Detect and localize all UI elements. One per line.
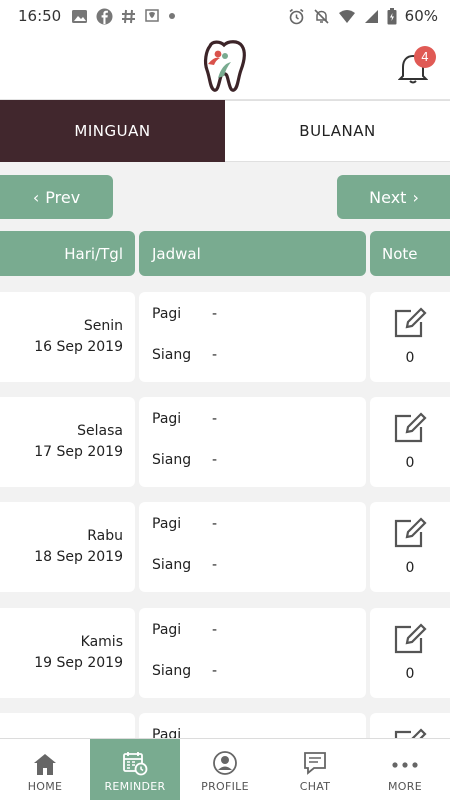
nav-label-home: HOME: [27, 780, 63, 793]
edit-note-icon[interactable]: [392, 516, 428, 550]
note-cell: 0: [370, 608, 450, 698]
schedule-cell: Pagi: [139, 713, 366, 738]
day-name: Selasa: [77, 423, 123, 439]
note-cell: 0: [370, 502, 450, 592]
schedule-cell: Pagi - Siang -: [139, 502, 366, 592]
day-date: 18 Sep 2019: [34, 549, 123, 565]
day-cell: Kamis 19 Sep 2019: [0, 608, 135, 698]
nav-label-reminder: REMINDER: [104, 780, 166, 793]
schedule-cell: Pagi - Siang -: [139, 608, 366, 698]
pagi-line: Pagi: [152, 727, 181, 738]
nav-more[interactable]: MORE: [360, 739, 450, 800]
edit-note-icon[interactable]: [392, 306, 428, 340]
siang-label: Siang: [152, 663, 192, 679]
day-date: 17 Sep 2019: [34, 444, 123, 460]
pagi-value: -: [212, 516, 218, 532]
calendar-clock-icon: [123, 752, 148, 776]
siang-label: Siang: [152, 452, 192, 468]
edit-note-icon[interactable]: [392, 622, 428, 656]
day-date: 19 Sep 2019: [34, 655, 123, 671]
siang-value: -: [212, 557, 218, 573]
nav-reminder[interactable]: REMINDER: [90, 739, 180, 800]
schedule-cell: Pagi - Siang -: [139, 397, 366, 487]
note-count: 0: [405, 560, 415, 576]
nav-label-profile: PROFILE: [201, 780, 249, 793]
day-cell: Selasa 17 Sep 2019: [0, 397, 135, 487]
day-cell: Rabu 18 Sep 2019: [0, 502, 135, 592]
siang-value: -: [212, 663, 218, 679]
nav-chat[interactable]: CHAT: [270, 739, 360, 800]
note-cell: 0: [370, 397, 450, 487]
nav-label-more: MORE: [388, 780, 422, 793]
nav-label-chat: CHAT: [299, 780, 331, 793]
siang-line: Siang -: [152, 452, 217, 468]
bottom-navigation: HOME REMINDER PROFILE CHAT MORE: [0, 738, 450, 800]
pagi-label: Pagi: [152, 306, 182, 322]
day-date: 16 Sep 2019: [34, 339, 123, 355]
pagi-label: Pagi: [152, 411, 182, 427]
pagi-line: Pagi -: [152, 622, 217, 638]
pagi-line: Pagi -: [152, 516, 217, 532]
pagi-line: Pagi -: [152, 306, 217, 322]
pagi-value: -: [212, 622, 218, 638]
pagi-label: Pagi: [152, 727, 182, 738]
note-count: 0: [405, 455, 415, 471]
nav-home[interactable]: HOME: [0, 739, 90, 800]
siang-label: Siang: [152, 557, 192, 573]
note-count: 0: [405, 350, 415, 366]
day-cell: [0, 713, 135, 738]
siang-value: -: [212, 347, 218, 363]
home-icon: [34, 754, 56, 775]
more-icon: [392, 762, 418, 768]
siang-label: Siang: [152, 347, 192, 363]
pagi-line: Pagi -: [152, 411, 217, 427]
profile-icon: [213, 751, 237, 775]
siang-line: Siang -: [152, 663, 217, 679]
day-cell: Senin 16 Sep 2019: [0, 292, 135, 382]
day-name: Senin: [83, 318, 123, 334]
schedule-list[interactable]: Senin 16 Sep 2019 Pagi - Siang - 0 Selasa …: [0, 0, 450, 738]
siang-value: -: [212, 452, 218, 468]
edit-note-icon[interactable]: [392, 727, 428, 738]
siang-line: Siang -: [152, 347, 217, 363]
pagi-value: -: [212, 411, 218, 427]
pagi-label: Pagi: [152, 516, 182, 532]
pagi-value: -: [212, 306, 218, 322]
note-cell: 0: [370, 292, 450, 382]
day-name: Kamis: [80, 634, 123, 650]
note-cell: [370, 713, 450, 738]
nav-profile[interactable]: PROFILE: [180, 739, 270, 800]
day-name: Rabu: [87, 528, 123, 544]
pagi-label: Pagi: [152, 622, 182, 638]
schedule-cell: Pagi - Siang -: [139, 292, 366, 382]
siang-line: Siang -: [152, 557, 217, 573]
note-count: 0: [405, 666, 415, 682]
chat-icon: [304, 752, 326, 775]
edit-note-icon[interactable]: [392, 411, 428, 445]
